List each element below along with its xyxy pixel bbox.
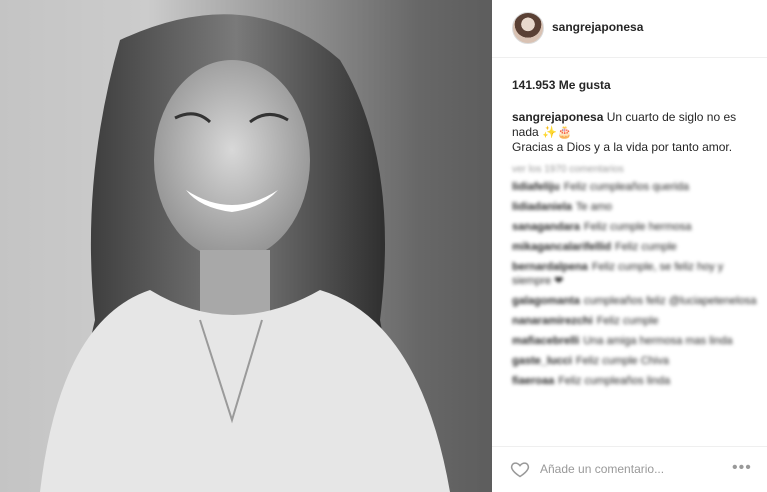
- username-link[interactable]: sangrejaponesa: [552, 20, 643, 34]
- comment-username[interactable]: nanaramirezchi: [512, 315, 593, 327]
- comment-item: galagomanta cumpleaños feliz @luciapetene…: [512, 294, 757, 308]
- comment-username[interactable]: galagomanta: [512, 295, 580, 307]
- comment-username[interactable]: bernardalpena: [512, 261, 588, 273]
- post-header: sangrejaponesa: [492, 0, 767, 58]
- comment-username[interactable]: mafiacebrelli: [512, 335, 579, 347]
- post-photo[interactable]: [0, 0, 492, 492]
- comment-username[interactable]: mikagancalarifellid: [512, 241, 611, 253]
- comment-text: Una amiga hermosa mas linda: [583, 335, 733, 347]
- post-photo-illustration: [0, 0, 492, 492]
- comment-username[interactable]: sanagandara: [512, 221, 580, 233]
- more-options-icon[interactable]: •••: [732, 459, 752, 477]
- caption-username[interactable]: sangrejaponesa: [512, 110, 603, 124]
- comment-text: Feliz cumpleaños linda: [558, 375, 671, 387]
- comment-item: bernardalpena Feliz cumple, se feliz hoy …: [512, 260, 757, 288]
- comment-item: lidiadaniela Te amo: [512, 200, 757, 214]
- comment-text: Feliz cumple: [596, 315, 659, 327]
- comment-text: Feliz cumple: [615, 241, 677, 253]
- comment-composer: •••: [492, 446, 767, 492]
- comment-item: nanaramirezchi Feliz cumple: [512, 314, 757, 328]
- comment-username[interactable]: lidiafeliju: [512, 181, 560, 193]
- comment-item: mafiacebrelli Una amiga hermosa mas linda: [512, 334, 757, 348]
- comment-username[interactable]: lidiadaniela: [512, 201, 572, 213]
- post-caption: sangrejaponesa Un cuarto de siglo no es …: [512, 110, 757, 155]
- avatar[interactable]: [512, 12, 544, 44]
- heart-icon[interactable]: [510, 459, 530, 479]
- comment-item: fiaeroaa Feliz cumpleaños linda: [512, 374, 757, 388]
- comment-text: Feliz cumple Chiva: [575, 355, 669, 367]
- comment-item: lidiafeliju Feliz cumpleaños querida: [512, 180, 757, 194]
- comments-list: lidiafeliju Feliz cumpleaños querida lidi…: [512, 180, 757, 394]
- caption-text-line2: Gracias a Dios y a la vida por tanto amo…: [512, 140, 733, 154]
- comment-text: cumpleaños feliz @luciapetenelosa: [583, 295, 757, 307]
- post-side-panel: sangrejaponesa 141.953 Me gusta sangreja…: [492, 0, 767, 492]
- comment-text: Te amo: [575, 201, 612, 213]
- view-all-comments-link[interactable]: ver los 1970 comentarios: [512, 164, 624, 175]
- likes-count[interactable]: 141.953 Me gusta: [512, 78, 611, 92]
- comment-username[interactable]: fiaeroaa: [512, 375, 554, 387]
- add-comment-input[interactable]: [540, 462, 715, 476]
- comment-item: mikagancalarifellid Feliz cumple: [512, 240, 757, 254]
- caption-emojis: ✨🎂: [542, 125, 572, 139]
- comment-text: Feliz cumple hermosa: [583, 221, 692, 233]
- comment-username[interactable]: gaste_lucci: [512, 355, 572, 367]
- comment-item: sanagandara Feliz cumple hermosa: [512, 220, 757, 234]
- comment-text: Feliz cumpleaños querida: [563, 181, 690, 193]
- comment-item: gaste_lucci Feliz cumple Chiva: [512, 354, 757, 368]
